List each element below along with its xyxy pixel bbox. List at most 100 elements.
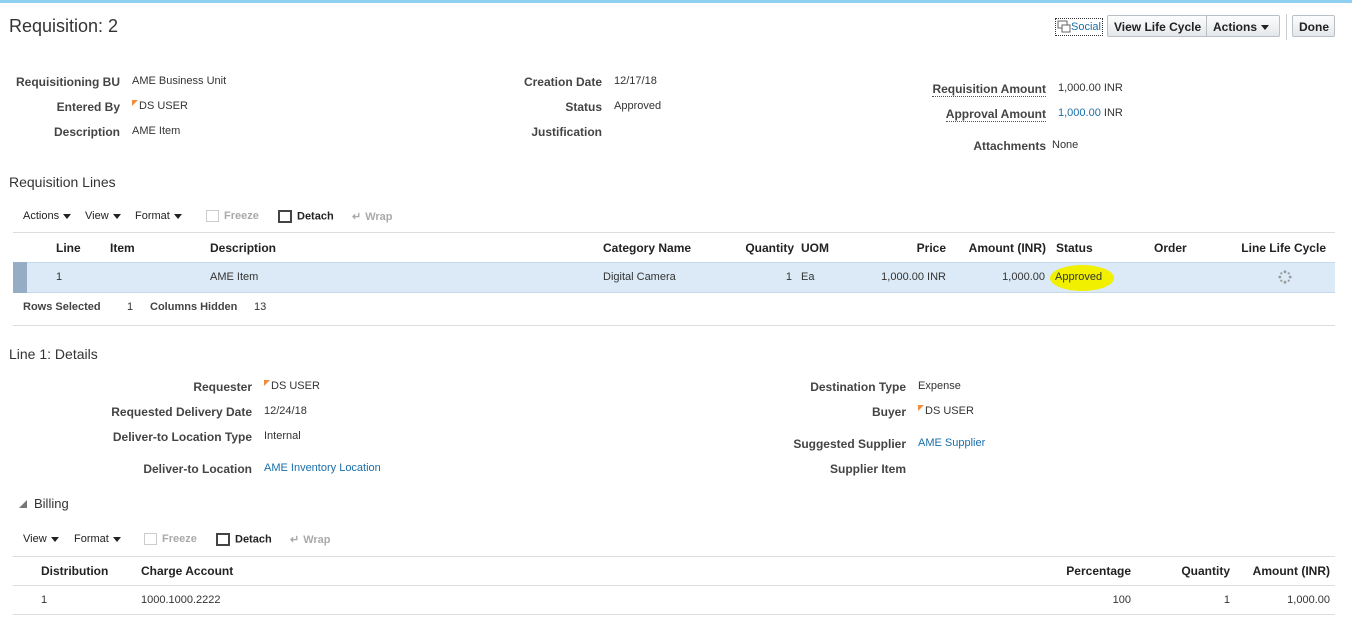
detach-icon <box>278 210 292 223</box>
status-value: Approved <box>614 100 662 112</box>
col-status: Status <box>1056 241 1093 255</box>
wrap-label: Wrap <box>365 211 393 223</box>
entered-by-value[interactable]: DS USER <box>132 100 188 112</box>
lines-view-menu[interactable]: View <box>85 210 121 222</box>
location-link[interactable]: AME Inventory Location <box>264 462 381 474</box>
supplier-item-label: Supplier Item <box>829 462 906 476</box>
buyer-text: DS USER <box>925 405 974 417</box>
approval-currency: INR <box>1103 107 1123 119</box>
req-bu-label: Requisitioning BU <box>16 75 120 89</box>
col-amount: Amount (INR) <box>968 241 1046 255</box>
view-life-cycle-button[interactable]: View Life Cycle <box>1107 15 1209 37</box>
page-title: Requisition: 2 <box>9 16 119 36</box>
chevron-down-icon <box>112 536 121 542</box>
divider <box>13 614 1335 615</box>
requisition-lines-title: Requisition Lines <box>9 174 116 190</box>
buyer-value[interactable]: DS USER <box>918 405 974 417</box>
row-uom: Ea <box>801 271 815 283</box>
col-item: Item <box>110 241 135 255</box>
line-details-title: Line 1: Details <box>9 346 98 362</box>
location-type-value: Internal <box>264 430 301 442</box>
chevron-down-icon <box>173 213 182 219</box>
billing-format-label: Format <box>74 533 109 545</box>
col-percentage: Percentage <box>1066 564 1131 578</box>
row-selector[interactable] <box>13 262 27 293</box>
row-category: Digital Camera <box>603 271 676 283</box>
freeze-label: Freeze <box>224 210 259 222</box>
billing-detach-button[interactable]: Detach <box>216 533 272 546</box>
col-line: Line <box>56 241 81 255</box>
supplier-label: Suggested Supplier <box>793 437 906 451</box>
chevron-down-icon <box>63 213 72 219</box>
billing-title: Billing <box>34 496 69 511</box>
wrap-label: Wrap <box>303 534 331 546</box>
col-line-life-cycle: Line Life Cycle <box>1241 241 1326 255</box>
done-button[interactable]: Done <box>1292 15 1335 37</box>
justification-label: Justification <box>531 125 602 139</box>
col-billing-amount: Amount (INR) <box>1252 564 1330 578</box>
lines-table-top-border <box>13 232 1335 233</box>
freeze-label: Freeze <box>162 533 197 545</box>
col-price: Price <box>916 241 946 255</box>
lines-detach-button[interactable]: Detach <box>278 210 334 223</box>
wrap-icon: ↵ <box>290 534 300 546</box>
lines-view-label: View <box>85 210 109 222</box>
billing-format-menu[interactable]: Format <box>74 533 121 545</box>
freeze-icon <box>206 210 219 223</box>
attachments-label: Attachments <box>973 139 1046 153</box>
attachments-value: None <box>1052 139 1079 151</box>
freeze-icon <box>144 533 157 546</box>
lines-freeze-button[interactable]: Freeze <box>206 210 259 223</box>
chevron-down-icon <box>112 213 121 219</box>
rows-selected-label: Rows Selected <box>23 301 101 313</box>
lines-format-label: Format <box>135 210 170 222</box>
col-description: Description <box>210 241 277 255</box>
billing-view-label: View <box>23 533 47 545</box>
destination-type-value: Expense <box>918 380 961 392</box>
person-flag-icon <box>132 100 138 106</box>
requester-text: DS USER <box>271 380 320 392</box>
billing-account: 1000.1000.2222 <box>141 594 221 606</box>
col-charge-account: Charge Account <box>141 564 234 578</box>
req-bu-value: AME Business Unit <box>132 75 227 87</box>
approval-amount-link[interactable]: 1,000.00 <box>1058 107 1101 119</box>
billing-wrap-button[interactable]: ↵ Wrap <box>290 533 331 546</box>
person-flag-icon <box>918 405 924 411</box>
supplier-link[interactable]: AME Supplier <box>918 437 985 449</box>
row-description: AME Item <box>210 271 259 283</box>
lines-wrap-button[interactable]: ↵ Wrap <box>352 210 393 223</box>
lines-format-menu[interactable]: Format <box>135 210 182 222</box>
billing-freeze-button[interactable]: Freeze <box>144 533 197 546</box>
col-billing-quantity: Quantity <box>1181 564 1230 578</box>
social-label: Social <box>1071 21 1101 33</box>
entered-by-text: DS USER <box>139 100 188 112</box>
top-accent-bar <box>0 0 1352 3</box>
detach-icon <box>216 533 230 546</box>
social-button[interactable]: Social <box>1055 18 1103 36</box>
billing-table-top-border <box>13 556 1335 557</box>
req-amount-value: 1,000.00 INR <box>1058 82 1123 94</box>
actions-menu-button[interactable]: Actions <box>1206 15 1280 37</box>
col-order: Order <box>1154 241 1187 255</box>
divider <box>13 585 1335 586</box>
lines-actions-menu[interactable]: Actions <box>23 210 72 222</box>
entered-by-label: Entered By <box>56 100 120 114</box>
triangle-down-icon <box>19 500 27 508</box>
creation-date-label: Creation Date <box>523 75 602 89</box>
detach-label: Detach <box>235 533 272 546</box>
delivery-date-value: 12/24/18 <box>264 405 307 417</box>
delivery-date-label: Requested Delivery Date <box>111 405 252 419</box>
line-life-cycle-icon[interactable] <box>1278 270 1292 287</box>
billing-amount: 1,000.00 <box>1287 594 1330 606</box>
wrap-icon: ↵ <box>352 211 362 223</box>
requester-value[interactable]: DS USER <box>264 380 320 392</box>
person-flag-icon <box>264 380 270 386</box>
billing-view-menu[interactable]: View <box>23 533 59 545</box>
detach-label: Detach <box>297 210 334 223</box>
row-price: 1,000.00 INR <box>881 271 946 283</box>
row-line: 1 <box>56 271 63 283</box>
billing-percentage: 100 <box>1112 594 1131 606</box>
billing-distribution: 1 <box>41 594 48 606</box>
billing-collapse-toggle[interactable] <box>18 498 28 512</box>
status-label: Status <box>565 100 602 114</box>
